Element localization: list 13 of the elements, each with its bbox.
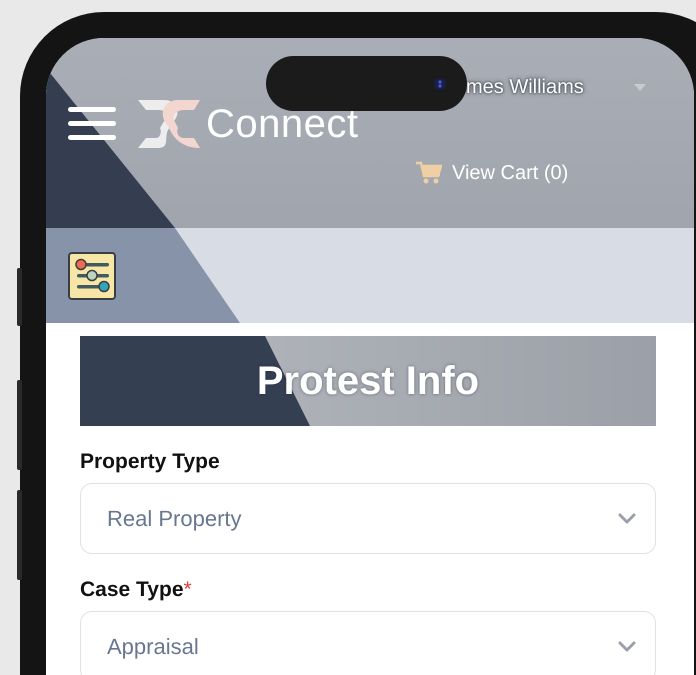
camera-icon — [433, 77, 447, 91]
chevron-icon — [618, 513, 636, 524]
field-label: Case Type* — [80, 578, 192, 602]
logo-icon — [138, 100, 200, 148]
logo-text: Connect — [206, 102, 358, 146]
select-field[interactable]: Real Property — [80, 483, 656, 554]
user-name[interactable]: mes Williams — [466, 76, 584, 98]
chevron-icon — [618, 641, 636, 652]
filter-icon[interactable] — [68, 252, 116, 300]
menu-icon[interactable] — [68, 107, 116, 141]
field-label: Property Type — [80, 450, 220, 474]
select-field[interactable]: Appraisal — [80, 611, 656, 675]
view-cart-link[interactable]: View Cart (0) — [452, 162, 568, 184]
